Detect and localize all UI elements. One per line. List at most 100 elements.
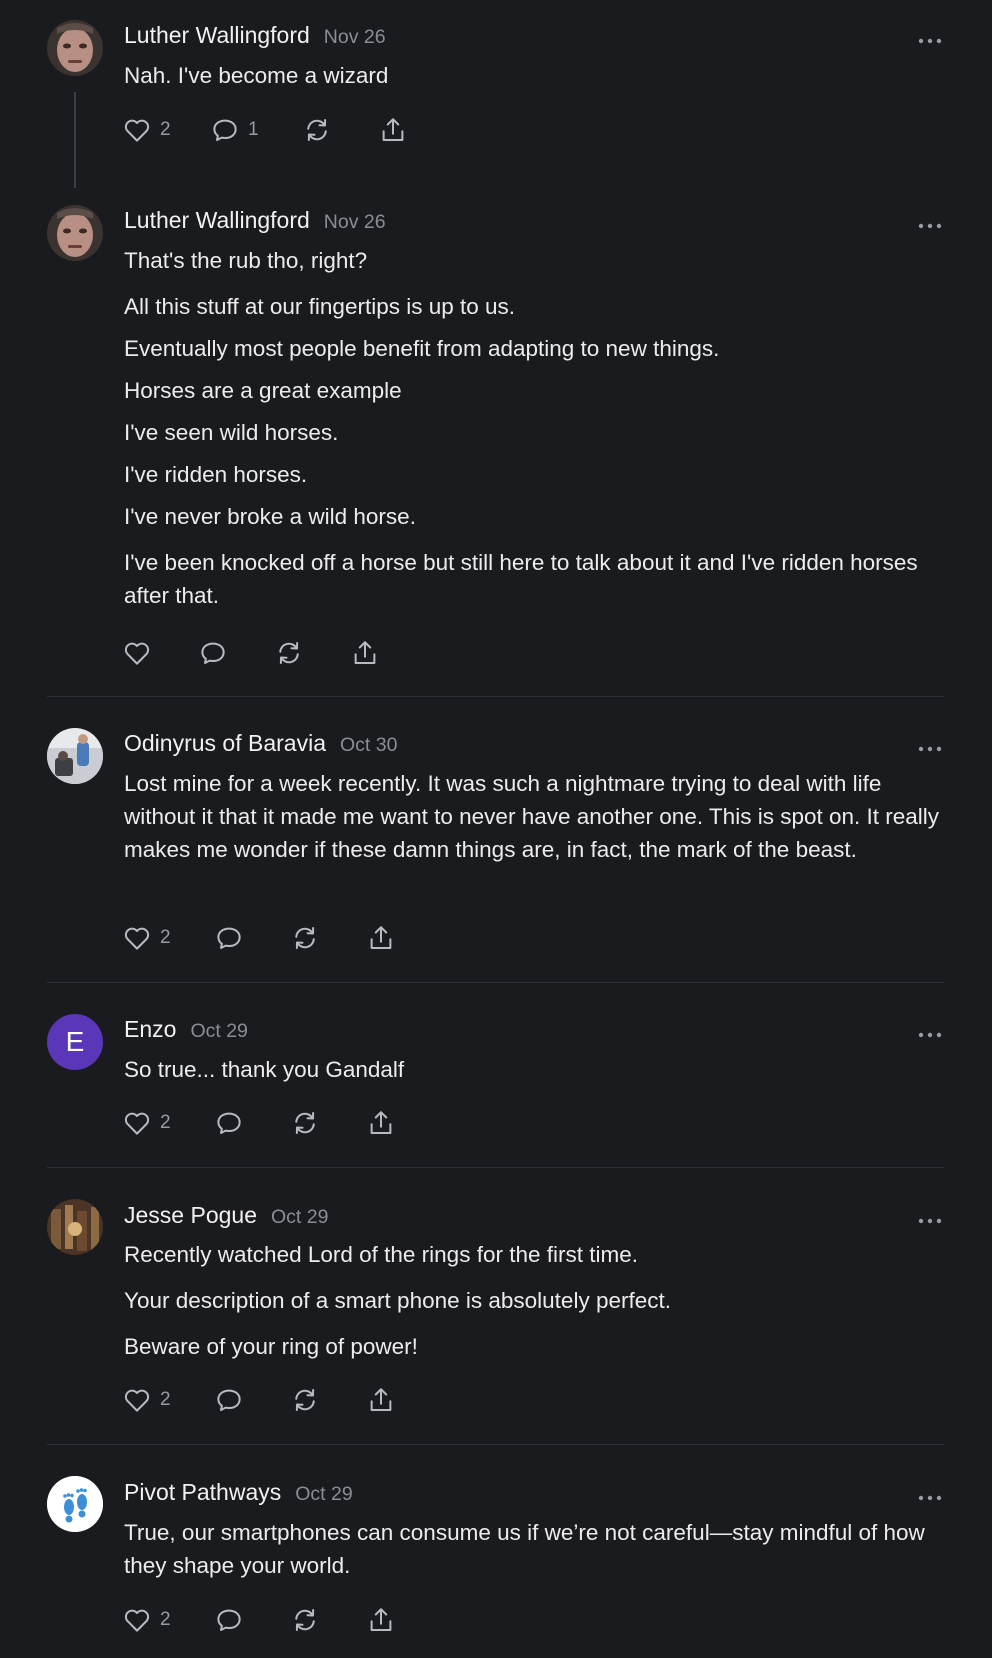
- more-icon[interactable]: [918, 217, 942, 229]
- divider: [47, 696, 944, 697]
- comment-text: I've ridden horses.: [124, 462, 308, 487]
- repost-button[interactable]: [290, 1604, 320, 1636]
- comment-date: Oct 29: [190, 1020, 248, 1042]
- repost-button[interactable]: [302, 114, 332, 146]
- author-name[interactable]: Luther Wallingford: [124, 22, 310, 48]
- heart-icon: [124, 119, 150, 142]
- share-icon: [370, 1111, 392, 1134]
- reply-count: 1: [248, 119, 259, 140]
- like-count: 2: [160, 927, 171, 948]
- reply-button[interactable]: [214, 1604, 244, 1636]
- repost-button[interactable]: [290, 922, 320, 954]
- comment-body: So true... thank you Gandalf: [124, 1053, 942, 1096]
- heart-icon: [124, 927, 150, 950]
- like-button[interactable]: 2: [122, 1384, 171, 1416]
- like-count: 2: [160, 119, 171, 140]
- like-button[interactable]: 2: [122, 922, 171, 954]
- author-name[interactable]: Enzo: [124, 1016, 176, 1042]
- repost-icon: [295, 1389, 315, 1411]
- comment-date: Nov 26: [323, 211, 386, 233]
- avatar[interactable]: [47, 1199, 103, 1255]
- comment-text: I've never broke a wild horse.: [124, 504, 416, 529]
- reply-button[interactable]: 1: [210, 114, 259, 146]
- share-button[interactable]: [366, 1107, 396, 1139]
- comment-body: That's the rub tho, right? All this stuf…: [124, 244, 942, 622]
- share-icon: [382, 118, 404, 141]
- repost-icon: [295, 1112, 315, 1134]
- comment-text: So true... thank you Gandalf: [124, 1057, 405, 1082]
- heart-icon: [124, 1112, 150, 1135]
- comment-text: That's the rub tho, right?: [124, 248, 368, 273]
- footprints-icon: [47, 1476, 103, 1532]
- share-icon: [370, 1608, 392, 1631]
- like-button[interactable]: 2: [122, 1107, 171, 1139]
- repost-icon: [295, 1609, 315, 1631]
- comment-text: Horses are a great example: [124, 378, 402, 403]
- repost-button[interactable]: [290, 1107, 320, 1139]
- comment-text: Eventually most people benefit from adap…: [124, 336, 720, 361]
- heart-icon: [124, 1609, 150, 1632]
- avatar[interactable]: [47, 205, 103, 261]
- thread-line: [74, 92, 76, 188]
- share-icon: [370, 926, 392, 949]
- share-button[interactable]: [366, 922, 396, 954]
- like-button[interactable]: 2: [122, 1604, 171, 1636]
- author-name[interactable]: Pivot Pathways: [124, 1479, 281, 1505]
- comment-text: Nah. I've become a wizard: [124, 63, 389, 88]
- comment-body: True, our smartphones can consume us if …: [124, 1516, 942, 1592]
- heart-icon: [124, 1389, 150, 1412]
- avatar[interactable]: [47, 1476, 103, 1532]
- reply-button[interactable]: [214, 1384, 244, 1416]
- comment-feed: Luther Wallingford Nov 26 Nah. I've becom…: [0, 0, 992, 1658]
- like-button[interactable]: 2: [122, 114, 171, 146]
- avatar[interactable]: [47, 728, 103, 784]
- comment-text: I've been knocked off a horse but still …: [124, 550, 918, 608]
- divider: [47, 1444, 944, 1445]
- comment-text: Your description of a smart phone is abs…: [124, 1288, 671, 1313]
- author-name[interactable]: Odinyrus of Baravia: [124, 730, 326, 756]
- more-icon[interactable]: [918, 740, 942, 752]
- repost-icon: [307, 119, 327, 141]
- reply-button[interactable]: [198, 637, 228, 669]
- comment-icon: [217, 927, 241, 949]
- like-count: 2: [160, 1389, 171, 1410]
- repost-button[interactable]: [274, 637, 304, 669]
- author-name[interactable]: Luther Wallingford: [124, 207, 310, 233]
- repost-icon: [295, 927, 315, 949]
- comment-text: Beware of your ring of power!: [124, 1334, 418, 1359]
- divider: [47, 982, 944, 983]
- more-icon[interactable]: [918, 1489, 942, 1501]
- reply-button[interactable]: [214, 922, 244, 954]
- like-count: 2: [160, 1112, 171, 1133]
- comment-date: Oct 29: [270, 1206, 329, 1228]
- comment-icon: [217, 1112, 241, 1134]
- more-icon[interactable]: [918, 1026, 942, 1038]
- comment-body: Recently watched Lord of the rings for t…: [124, 1238, 942, 1373]
- comment-body: Lost mine for a week recently. It was su…: [124, 767, 942, 876]
- reply-button[interactable]: [214, 1107, 244, 1139]
- more-icon[interactable]: [918, 32, 942, 44]
- heart-icon: [124, 642, 150, 665]
- comment-date: Oct 30: [339, 734, 398, 756]
- comment-text: True, our smartphones can consume us if …: [124, 1520, 925, 1578]
- comment-icon: [201, 642, 225, 664]
- repost-icon: [279, 642, 299, 664]
- author-name[interactable]: Jesse Pogue: [124, 1202, 257, 1228]
- comment-icon: [217, 1389, 241, 1411]
- share-button[interactable]: [366, 1384, 396, 1416]
- avatar[interactable]: [47, 20, 103, 76]
- like-button[interactable]: [122, 637, 152, 669]
- more-icon[interactable]: [918, 1212, 942, 1224]
- avatar[interactable]: E: [47, 1014, 103, 1070]
- share-button[interactable]: [350, 637, 380, 669]
- share-button[interactable]: [366, 1604, 396, 1636]
- repost-button[interactable]: [290, 1384, 320, 1416]
- share-icon: [354, 641, 376, 664]
- comment-icon: [217, 1609, 241, 1631]
- comment-text: Lost mine for a week recently. It was su…: [124, 771, 940, 862]
- comment-body: Nah. I've become a wizard: [124, 59, 942, 102]
- divider: [47, 1167, 944, 1168]
- comment-icon: [213, 119, 237, 141]
- comment-date: Oct 29: [295, 1483, 353, 1505]
- share-button[interactable]: [378, 114, 408, 146]
